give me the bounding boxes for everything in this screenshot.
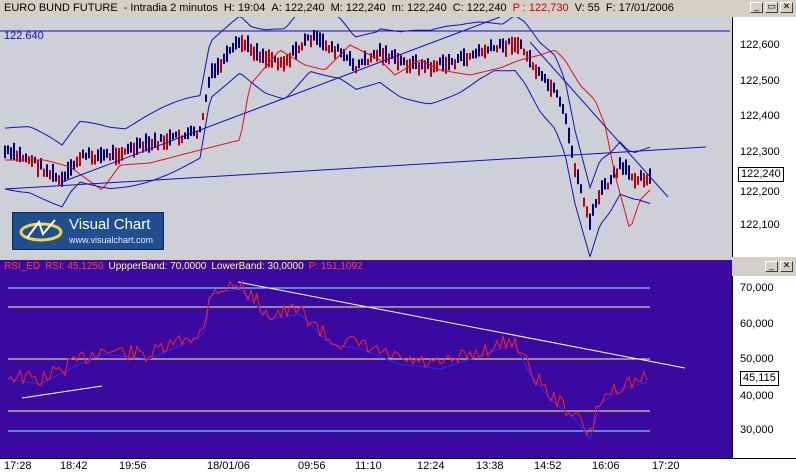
price-tick: 122,100 xyxy=(740,219,780,231)
minimize-icon[interactable]: _ xyxy=(750,2,763,13)
rsi-tick: 60,000 xyxy=(740,318,774,330)
open-value: A: 122,240 xyxy=(271,2,325,14)
lower-band-label: LowerBand: 30,0000 xyxy=(211,261,304,272)
rsi-tick: 50,000 xyxy=(740,353,774,365)
time-tick: 16:06 xyxy=(592,460,620,472)
time-tick: 17:20 xyxy=(652,460,680,472)
time-tick: 14:52 xyxy=(534,460,562,472)
rsi-tick: 70,000 xyxy=(740,282,774,294)
price-tick: 122,600 xyxy=(740,39,780,51)
rsi-tick: 30,000 xyxy=(740,424,774,436)
chart-title-bar: EURO BUND FUTURE - Intradia 2 minutos H: 1… xyxy=(0,0,680,16)
instrument-name: EURO BUND FUTURE xyxy=(4,2,118,14)
close-icon[interactable]: ✕ xyxy=(780,2,793,13)
visual-chart-logo: Visual Chart www.visualchart.com xyxy=(12,212,164,250)
low-value: m: 122,240 xyxy=(391,2,447,14)
price-tick: 122,300 xyxy=(740,146,780,158)
time-tick: 09:56 xyxy=(298,460,326,472)
logo-icon xyxy=(19,219,63,242)
time-tick: 11:10 xyxy=(355,460,382,472)
upper-band-label: UppperBand: 70,0000 xyxy=(108,261,207,272)
close-icon[interactable]: ✕ xyxy=(780,261,793,272)
time-tick: 18:42 xyxy=(60,460,88,472)
logo-title: Visual Chart xyxy=(69,216,151,233)
restore-icon[interactable]: ▭ xyxy=(765,2,778,13)
last-price-box: 122,240 xyxy=(738,167,784,182)
time-tick: 19:56 xyxy=(119,460,147,472)
rsi-tick: 40,000 xyxy=(740,390,774,402)
time-tick: 18/01/06 xyxy=(207,460,250,472)
rsi-name: RSI_ED xyxy=(4,261,41,272)
level-label: 122.640 xyxy=(4,30,44,42)
rsi-value-label: RSI: 45,1250 xyxy=(45,261,104,272)
p-label: P: 151,1092 xyxy=(308,261,363,272)
rsi-last-box: 45,115 xyxy=(740,371,779,386)
price-tick: 122,200 xyxy=(740,186,780,198)
price-tick: 122,400 xyxy=(740,110,780,122)
hour-value: H: 19:04 xyxy=(223,2,266,14)
rsi-header: RSI_ED RSI: 45,1250 UppperBand: 70,0000 Low… xyxy=(4,261,368,272)
time-tick: 12:24 xyxy=(417,460,445,472)
price-tick: 122,500 xyxy=(740,75,780,87)
chart-window: EURO BUND FUTURE - Intradia 2 minutos H: 1… xyxy=(0,0,796,473)
close-value: C: 122,240 xyxy=(452,2,507,14)
volume-value: V: 55 xyxy=(574,2,600,14)
p-value: P : 122,730 xyxy=(512,2,569,14)
time-tick: 13:38 xyxy=(476,460,504,472)
timeframe-label: - Intradia 2 minutos xyxy=(123,2,218,14)
time-tick: 17:28 xyxy=(4,460,32,472)
date-value: F: 17/01/2006 xyxy=(605,2,674,14)
minimize-icon[interactable]: _ xyxy=(765,261,778,272)
logo-url: www.visualchart.com xyxy=(69,235,154,245)
high-value: M: 122,240 xyxy=(330,2,386,14)
rsi-chart[interactable] xyxy=(0,260,732,458)
